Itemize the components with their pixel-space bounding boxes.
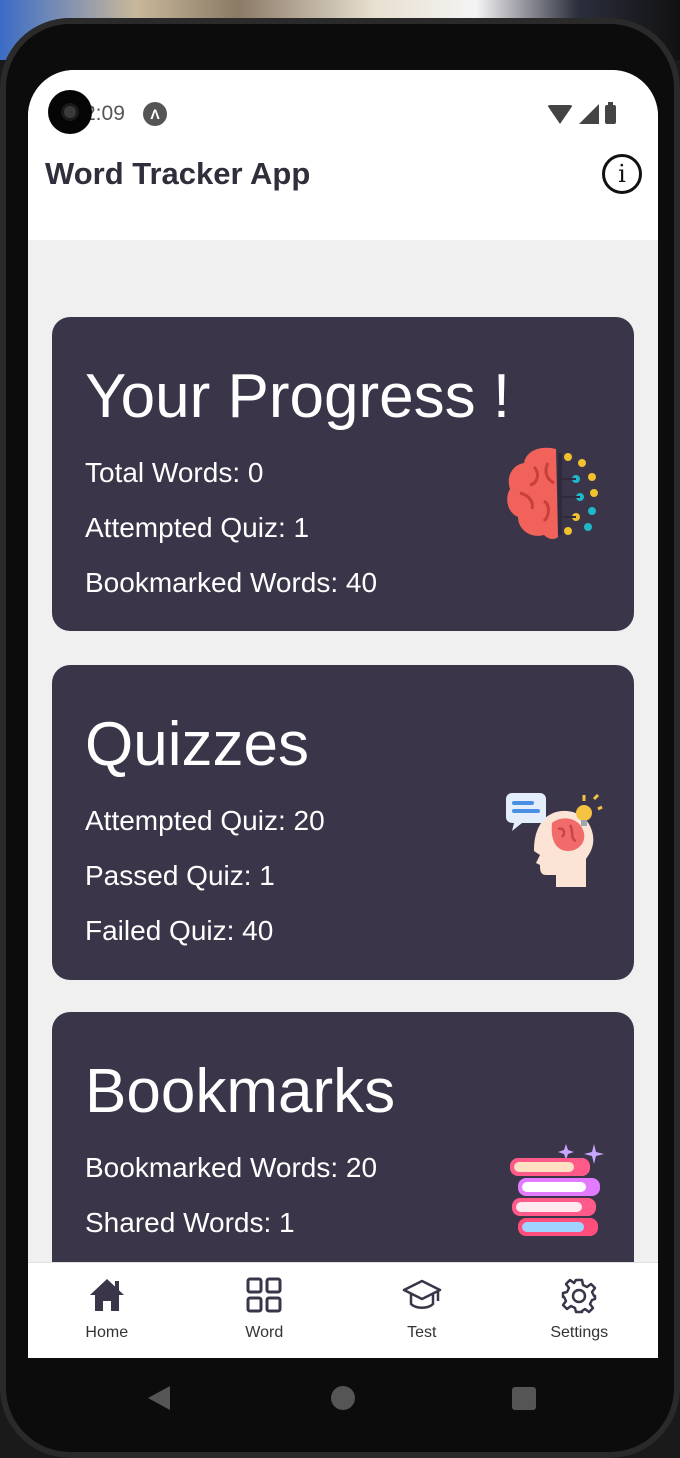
attempted-quiz-stat: Attempted Quiz: 1 xyxy=(85,512,310,543)
system-recents-button[interactable] xyxy=(512,1387,536,1410)
battery-icon xyxy=(605,101,616,124)
card-title: Your Progress ! xyxy=(85,362,511,431)
nav-label: Test xyxy=(407,1324,437,1341)
bookmarked-words-stat: Bookmarked Words: 40 xyxy=(85,567,378,598)
status-icons xyxy=(547,101,616,124)
front-camera xyxy=(48,90,92,134)
attempted-quiz-stat: Attempted Quiz: 20 xyxy=(85,805,325,836)
gear-icon xyxy=(562,1278,597,1314)
info-button[interactable]: i xyxy=(602,154,642,194)
system-navigation-bar xyxy=(28,1358,658,1438)
quizzes-card[interactable]: Quizzes Attempted Quiz: 20 Passed Quiz: … xyxy=(52,665,634,980)
brain-icon xyxy=(507,447,598,539)
wifi-icon xyxy=(547,104,573,124)
main-content: Your Progress ! Total Words: 0 Attempted… xyxy=(28,240,658,1263)
nav-item-word[interactable]: Word xyxy=(186,1263,344,1358)
bookmarked-words-stat: Bookmarked Words: 20 xyxy=(85,1152,378,1183)
nav-label: Settings xyxy=(550,1324,609,1341)
phone-frame: 2:09 Λ Word Tracker App i Your Progress … xyxy=(0,18,680,1458)
progress-card[interactable]: Your Progress ! Total Words: 0 Attempted… xyxy=(52,317,634,631)
nav-item-home[interactable]: Home xyxy=(28,1263,186,1358)
cell-signal-icon xyxy=(579,104,599,124)
bottom-navigation: Home Word Test Settings xyxy=(28,1262,658,1358)
nav-label: Home xyxy=(85,1324,129,1341)
home-icon xyxy=(89,1279,124,1311)
notification-app-icon: Λ xyxy=(143,102,167,126)
app-bar: Word Tracker App i xyxy=(28,154,658,240)
failed-quiz-stat: Failed Quiz: 40 xyxy=(85,915,274,946)
shared-words-stat: Shared Words: 1 xyxy=(85,1207,295,1238)
head-idea-icon xyxy=(506,793,603,887)
nav-item-settings[interactable]: Settings xyxy=(501,1263,659,1358)
status-bar: 2:09 Λ xyxy=(28,70,658,160)
nav-item-test[interactable]: Test xyxy=(343,1263,501,1358)
app-title: Word Tracker App xyxy=(45,156,311,191)
app-screen: 2:09 Λ Word Tracker App i Your Progress … xyxy=(28,70,658,1358)
nav-label: Word xyxy=(245,1324,284,1341)
graduation-cap-icon xyxy=(402,1279,441,1309)
total-words-stat: Total Words: 0 xyxy=(85,457,264,488)
passed-quiz-stat: Passed Quiz: 1 xyxy=(85,860,275,891)
bookmarks-card[interactable]: Bookmarks Bookmarked Words: 20 Shared Wo… xyxy=(52,1012,634,1263)
card-title: Bookmarks xyxy=(85,1057,396,1126)
book-stack-icon xyxy=(510,1144,604,1236)
grid-icon xyxy=(246,1277,282,1313)
card-title: Quizzes xyxy=(85,710,309,779)
system-back-button[interactable] xyxy=(148,1386,170,1410)
system-home-button[interactable] xyxy=(331,1386,355,1410)
